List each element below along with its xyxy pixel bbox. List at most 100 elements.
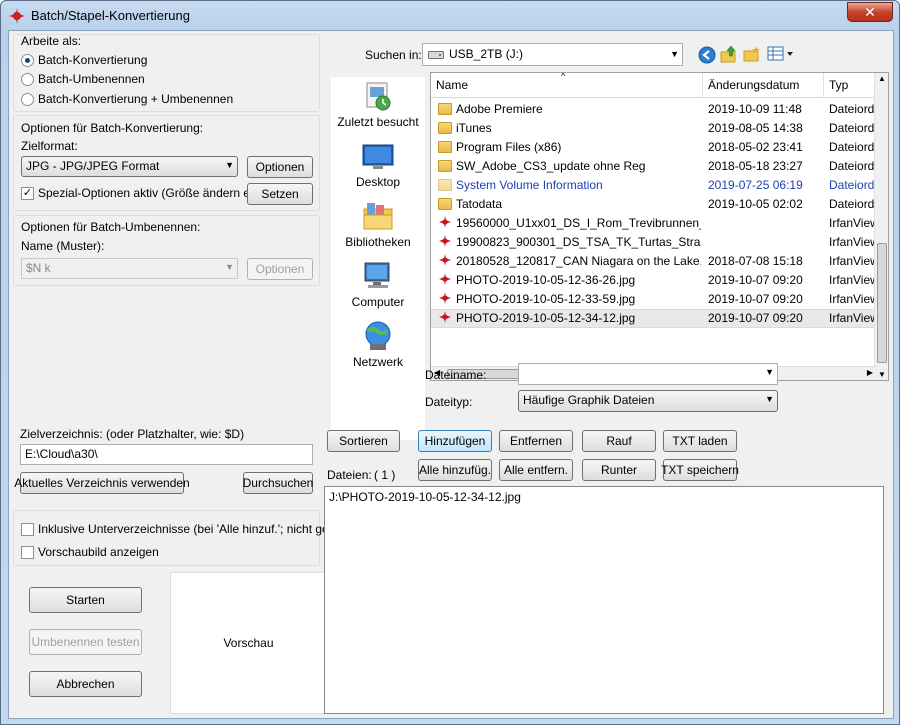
radio-label: Batch-Konvertierung bbox=[38, 53, 148, 67]
file-name: Tatodata bbox=[456, 197, 503, 211]
radio-konvertierung-umbenennen[interactable]: Batch-Konvertierung + Umbenennen bbox=[21, 92, 233, 106]
file-name: PHOTO-2019-10-05-12-33-59.jpg bbox=[456, 292, 636, 306]
file-row-selected[interactable]: PHOTO-2019-10-05-12-34-12.jpg 2019-10-07 … bbox=[431, 309, 877, 328]
file-type: IrfanView bbox=[829, 273, 877, 287]
suchen-in-label: Suchen in: bbox=[365, 48, 422, 62]
umbenennen-group: Optionen für Batch-Umbenennen: Name (Mus… bbox=[13, 215, 320, 286]
name-muster-value: $N k bbox=[26, 261, 51, 275]
folder-icon bbox=[438, 160, 452, 172]
radio-batch-konvertierung[interactable]: Batch-Konvertierung bbox=[21, 53, 147, 67]
place-computer[interactable]: Computer bbox=[331, 259, 425, 309]
dateien-label: Dateien: bbox=[327, 468, 372, 482]
file-type: IrfanView bbox=[829, 254, 877, 268]
column-date[interactable]: Änderungsdatum bbox=[703, 73, 824, 98]
file-row[interactable]: System Volume Information 2019-07-25 06:1… bbox=[431, 176, 877, 195]
dateien-count: ( 1 ) bbox=[374, 468, 396, 482]
chevron-down-icon: ▼ bbox=[225, 262, 234, 272]
name-muster-select[interactable]: $N k ▼ bbox=[21, 258, 238, 279]
file-date: 2019-10-05 02:02 bbox=[708, 197, 803, 211]
radio-batch-umbenennen[interactable]: Batch-Umbenennen bbox=[21, 72, 145, 86]
column-label: Name bbox=[436, 78, 469, 92]
hinzufuegen-button[interactable]: Hinzufügen bbox=[418, 430, 492, 452]
folder-icon bbox=[438, 198, 452, 210]
file-row[interactable]: Program Files (x86) 2018-05-02 23:41 Datei… bbox=[431, 138, 877, 157]
place-label: Computer bbox=[351, 295, 405, 309]
setzen-button[interactable]: Setzen bbox=[247, 183, 313, 205]
irfanview-file-icon bbox=[439, 311, 451, 323]
vorschaubild-checkbox[interactable]: Vorschaubild anzeigen bbox=[21, 545, 159, 559]
file-row[interactable]: PHOTO-2019-10-05-12-36-26.jpg 2019-10-07 … bbox=[431, 271, 877, 290]
radio-dot bbox=[21, 53, 34, 67]
file-row[interactable]: PHOTO-2019-10-05-12-33-59.jpg 2019-10-07 … bbox=[431, 290, 877, 309]
list-item[interactable]: J:\PHOTO-2019-10-05-12-34-12.jpg bbox=[329, 490, 879, 504]
irfanview-file-icon bbox=[439, 216, 451, 228]
sortieren-button[interactable]: Sortieren bbox=[327, 430, 400, 452]
dateiname-label: Dateiname: bbox=[425, 368, 487, 382]
up-folder-icon[interactable] bbox=[720, 45, 738, 63]
radio-dot bbox=[21, 92, 34, 106]
view-menu-button[interactable] bbox=[766, 45, 796, 63]
scrollbar-thumb[interactable] bbox=[877, 243, 887, 363]
place-zuletzt-besucht[interactable]: Zuletzt besucht bbox=[331, 79, 425, 129]
file-date: 2018-05-02 23:41 bbox=[708, 140, 803, 154]
file-date: 2018-05-18 23:27 bbox=[708, 159, 803, 173]
inklusive-label: Inklusive Unterverzeichnisse (bei 'Alle … bbox=[38, 522, 349, 536]
suchen-in-value: USB_2TB (J:) bbox=[449, 47, 524, 61]
rauf-button[interactable]: Rauf bbox=[582, 430, 656, 452]
close-button[interactable]: ✕ bbox=[847, 2, 893, 22]
irfanview-file-icon bbox=[439, 235, 451, 247]
recent-places-icon bbox=[361, 79, 395, 113]
runter-button[interactable]: Runter bbox=[582, 459, 656, 481]
new-folder-icon[interactable] bbox=[743, 45, 761, 63]
file-row[interactable]: Tatodata 2019-10-05 02:02 Dateiordr bbox=[431, 195, 877, 214]
network-icon bbox=[361, 319, 395, 353]
file-type: Dateiordr bbox=[829, 159, 877, 173]
title-bar[interactable]: Batch/Stapel-Konvertierung ✕ bbox=[1, 1, 899, 31]
umbenennen-testen-button[interactable]: Umbenennen testen bbox=[29, 629, 142, 655]
konvertierung-label: Optionen für Batch-Konvertierung: bbox=[21, 121, 204, 135]
dateien-list[interactable]: J:\PHOTO-2019-10-05-12-34-12.jpg bbox=[324, 486, 884, 714]
file-row[interactable]: SW_Adobe_CS3_update ohne Reg 2018-05-18 2… bbox=[431, 157, 877, 176]
file-name: 20180528_120817_CAN Niagara on the Lake,… bbox=[456, 254, 701, 268]
suchen-in-select[interactable]: USB_2TB (J:) ▼ bbox=[422, 43, 683, 66]
file-date: 2018-07-08 15:18 bbox=[708, 254, 803, 268]
file-row[interactable]: 19900823_900301_DS_TSA_TK_Turtas_Strand.… bbox=[431, 233, 877, 252]
place-desktop[interactable]: Desktop bbox=[331, 139, 425, 189]
txt-laden-button[interactable]: TXT laden bbox=[663, 430, 737, 452]
irfanview-file-icon bbox=[439, 273, 451, 285]
inklusive-unterverzeichnisse-checkbox[interactable]: Inklusive Unterverzeichnisse (bei 'Alle … bbox=[21, 522, 349, 536]
starten-button[interactable]: Starten bbox=[29, 587, 142, 613]
aktuelles-verzeichnis-button[interactable]: Aktuelles Verzeichnis verwenden bbox=[14, 472, 190, 494]
dateiname-input[interactable]: ▼ bbox=[518, 363, 778, 385]
zielverzeichnis-label: Zielverzeichnis: (oder Platzhalter, wie:… bbox=[20, 427, 245, 441]
file-list[interactable]: Name ^ Änderungsdatum Typ Adobe Premiere 2… bbox=[430, 72, 889, 381]
zielformat-select[interactable]: JPG - JPG/JPEG Format ▼ bbox=[21, 156, 238, 177]
abbrechen-button[interactable]: Abbrechen bbox=[29, 671, 142, 697]
column-name[interactable]: Name ^ bbox=[431, 73, 703, 98]
place-netzwerk[interactable]: Netzwerk bbox=[331, 319, 425, 369]
alle-entfernen-button[interactable]: Alle entfern. bbox=[499, 459, 573, 481]
file-row[interactable]: Adobe Premiere 2019-10-09 11:48 Dateiordr bbox=[431, 100, 877, 119]
zielverzeichnis-input[interactable]: E:\Cloud\a30\ bbox=[20, 444, 313, 465]
view-grid-icon bbox=[767, 46, 793, 61]
umbenennen-optionen-button[interactable]: Optionen bbox=[247, 258, 313, 280]
durchsuchen-button[interactable]: Durchsuchen bbox=[243, 472, 313, 494]
txt-speichern-button[interactable]: TXT speichern bbox=[661, 459, 739, 481]
back-arrow-icon[interactable] bbox=[698, 46, 716, 64]
file-name: PHOTO-2019-10-05-12-36-26.jpg bbox=[456, 273, 636, 287]
file-row[interactable]: 20180528_120817_CAN Niagara on the Lake,… bbox=[431, 252, 877, 271]
place-bibliotheken[interactable]: Bibliotheken bbox=[331, 199, 425, 249]
konvertierung-optionen-button[interactable]: Optionen bbox=[247, 156, 313, 178]
file-list-vertical-scrollbar[interactable]: ▲ ▼ bbox=[874, 73, 888, 380]
file-list-header: Name ^ Änderungsdatum Typ bbox=[431, 73, 888, 98]
computer-icon bbox=[361, 259, 395, 293]
alle-hinzufuegen-button[interactable]: Alle hinzufüg. bbox=[418, 459, 492, 481]
close-icon: ✕ bbox=[864, 3, 876, 20]
libraries-icon bbox=[361, 199, 395, 233]
file-row[interactable]: 19560000_U1xx01_DS_I_Rom_Trevibrunnen_L.… bbox=[431, 214, 877, 233]
entfernen-button[interactable]: Entfernen bbox=[499, 430, 573, 452]
dateityp-select[interactable]: Häufige Graphik Dateien ▼ bbox=[518, 390, 778, 412]
file-row[interactable]: iTunes 2019-08-05 14:38 Dateiordr bbox=[431, 119, 877, 138]
spezial-optionen-checkbox[interactable]: ✓ Spezial-Optionen aktiv (Größe ändern et… bbox=[21, 186, 267, 200]
file-type: Dateiordr bbox=[829, 197, 877, 211]
